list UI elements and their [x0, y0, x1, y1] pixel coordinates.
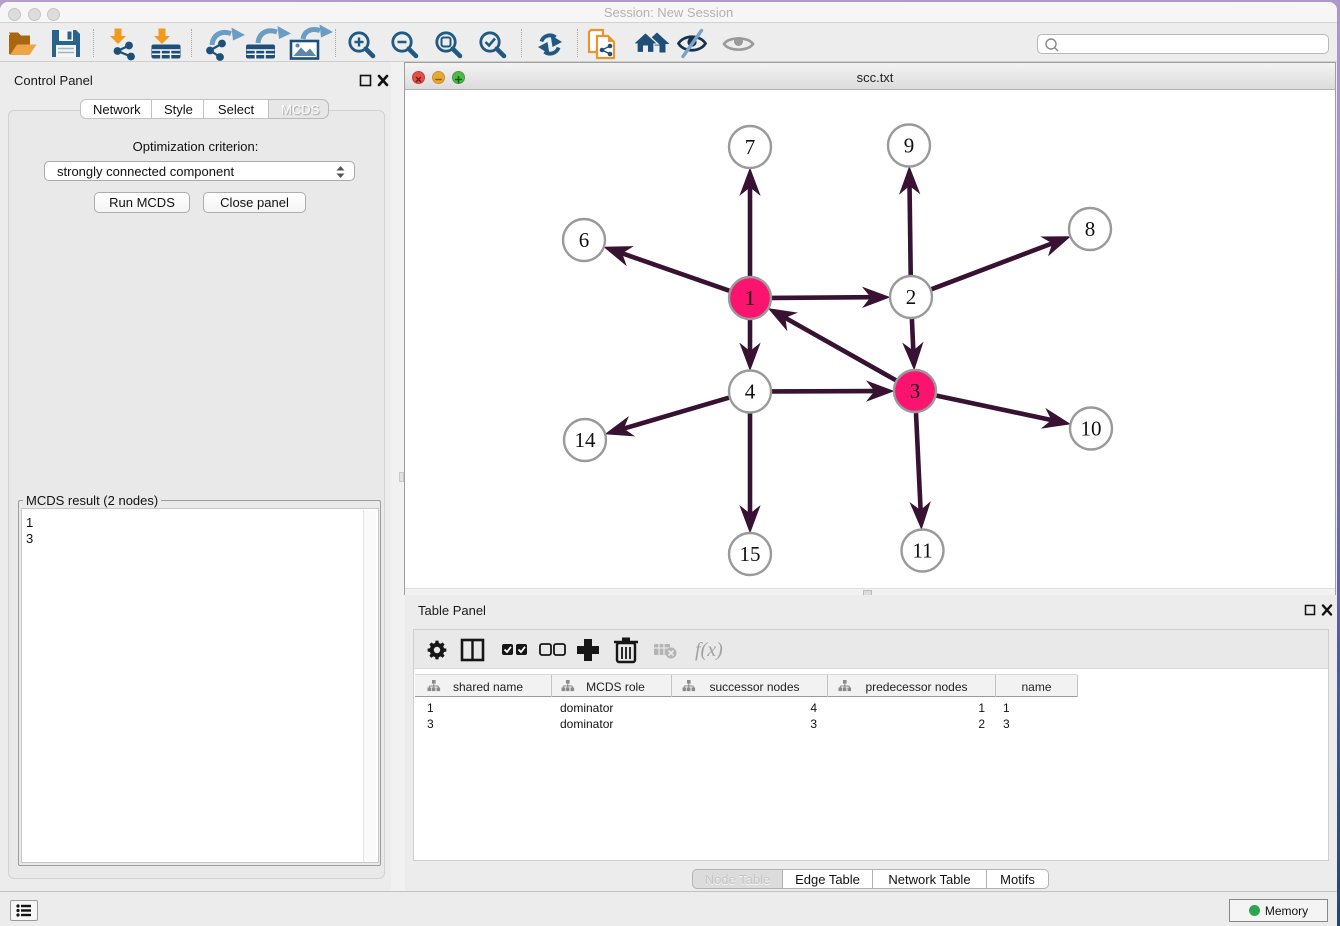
svg-text:f(x): f(x)	[695, 639, 723, 661]
svg-text:3: 3	[910, 379, 921, 403]
svg-text:4: 4	[745, 380, 756, 404]
svg-text:9: 9	[904, 134, 915, 158]
svg-text:6: 6	[579, 228, 590, 252]
svg-text:11: 11	[912, 539, 932, 563]
svg-text:2: 2	[906, 285, 917, 309]
svg-text:7: 7	[745, 135, 756, 159]
svg-text:15: 15	[740, 542, 761, 566]
svg-text:1: 1	[745, 286, 756, 310]
svg-text:8: 8	[1085, 217, 1096, 241]
svg-text:14: 14	[575, 428, 597, 452]
svg-text:10: 10	[1081, 417, 1102, 441]
